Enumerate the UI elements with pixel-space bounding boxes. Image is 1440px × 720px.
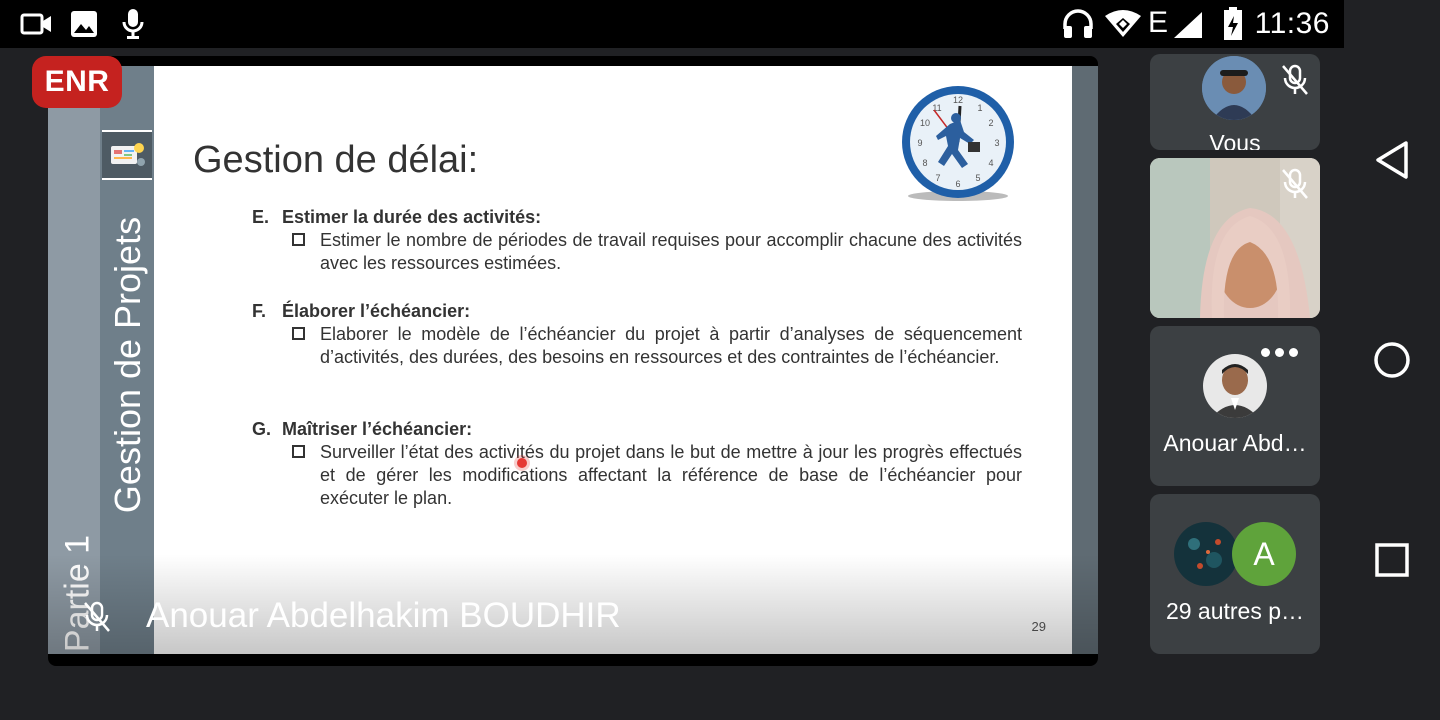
svg-text:7: 7: [935, 173, 940, 183]
laser-pointer: [517, 458, 527, 468]
section-bullet: Surveiller l’état des activités du proje…: [320, 442, 1022, 508]
recents-square-icon: [1375, 543, 1409, 577]
participant-tile-self[interactable]: Vous: [1150, 54, 1320, 150]
svg-text:2: 2: [988, 118, 993, 128]
section-letter: F.: [252, 301, 267, 321]
slide-title: Gestion de délai:: [193, 139, 479, 181]
section-bullet: Estimer le nombre de périodes de travail…: [320, 230, 1022, 273]
home-circle-icon: [1374, 342, 1410, 378]
meeting-screen: E 11:36 Gestion de Projets Gestion de dé…: [0, 0, 1440, 720]
more-options-icon[interactable]: [1261, 348, 1298, 357]
checkbox-bullet-icon: [292, 327, 305, 340]
section-heading: Maîtriser l’échéancier:: [282, 419, 473, 439]
section-g: G. Maîtriser l’échéancier: Surveiller l’é…: [252, 418, 1022, 510]
video-icon: [20, 13, 51, 35]
presentation-tile[interactable]: Gestion de Projets Partie 1 Gestion de d…: [48, 56, 1098, 666]
section-e: E. Estimer la durée des activités: Estime…: [252, 206, 1022, 275]
participant-tile-video[interactable]: [1150, 158, 1320, 318]
mic-off-icon: [84, 601, 110, 632]
svg-text:8: 8: [922, 158, 927, 168]
svg-text:12: 12: [953, 95, 963, 105]
svg-text:10: 10: [920, 118, 930, 128]
network-type: E: [1148, 6, 1169, 39]
slide-vertical-title: Gestion de Projets: [101, 194, 155, 524]
svg-text:1: 1: [977, 103, 982, 113]
section-letter: E.: [252, 207, 270, 227]
participant-tile-anouar[interactable]: Anouar Abd…: [1150, 326, 1320, 486]
recording-badge: ENR: [32, 56, 122, 108]
battery-icon: [1224, 7, 1242, 40]
main-speaker-name: Anouar Abdelhakim BOUDHIR: [146, 596, 621, 635]
section-heading: Élaborer l’échéancier:: [282, 301, 471, 321]
avatar: [1203, 354, 1267, 418]
status-bar: E 11:36: [0, 0, 1344, 48]
project-logo-icon: [102, 130, 152, 180]
svg-text:6: 6: [955, 179, 960, 189]
avatar: [1202, 56, 1266, 120]
home-button[interactable]: [1366, 334, 1418, 386]
avatar-letter: A: [1232, 522, 1296, 586]
participant-tile-others[interactable]: A 29 autres p…: [1150, 494, 1320, 654]
participant-name: Vous: [1209, 130, 1261, 150]
svg-text:5: 5: [975, 173, 980, 183]
back-button[interactable]: [1366, 134, 1418, 186]
svg-text:3: 3: [994, 138, 999, 148]
mic-icon: [122, 9, 144, 39]
wifi-icon: [1105, 10, 1141, 37]
clock-running-man-icon: 12369 1245 781011: [902, 86, 1014, 201]
section-bullet: Elaborer le modèle de l’échéancier du pr…: [320, 324, 1022, 367]
section-letter: G.: [252, 419, 272, 439]
avatar: [1174, 522, 1238, 586]
image-icon: [71, 11, 97, 37]
navigation-bar: [1344, 0, 1440, 720]
mic-off-icon: [1282, 64, 1308, 95]
participant-name: Anouar Abd…: [1163, 430, 1307, 456]
recents-button[interactable]: [1366, 534, 1418, 586]
checkbox-bullet-icon: [292, 233, 305, 246]
mic-off-icon: [1282, 168, 1308, 199]
signal-icon: [1174, 12, 1202, 38]
svg-text:4: 4: [988, 158, 993, 168]
headphones-icon: [1063, 9, 1093, 38]
back-triangle-icon: [1376, 141, 1408, 179]
slide: Gestion de Projets Partie 1 Gestion de d…: [48, 66, 1098, 654]
clock-time: 11:36: [1254, 7, 1330, 40]
vertical-title-text: Gestion de Projets: [107, 216, 148, 514]
svg-text:11: 11: [932, 103, 941, 113]
checkbox-bullet-icon: [292, 445, 305, 458]
svg-text:9: 9: [917, 138, 922, 148]
participant-name: 29 autres p…: [1165, 598, 1305, 624]
section-heading: Estimer la durée des activités:: [282, 207, 542, 227]
section-f: F. Élaborer l’échéancier: Elaborer le mod…: [252, 300, 1022, 369]
